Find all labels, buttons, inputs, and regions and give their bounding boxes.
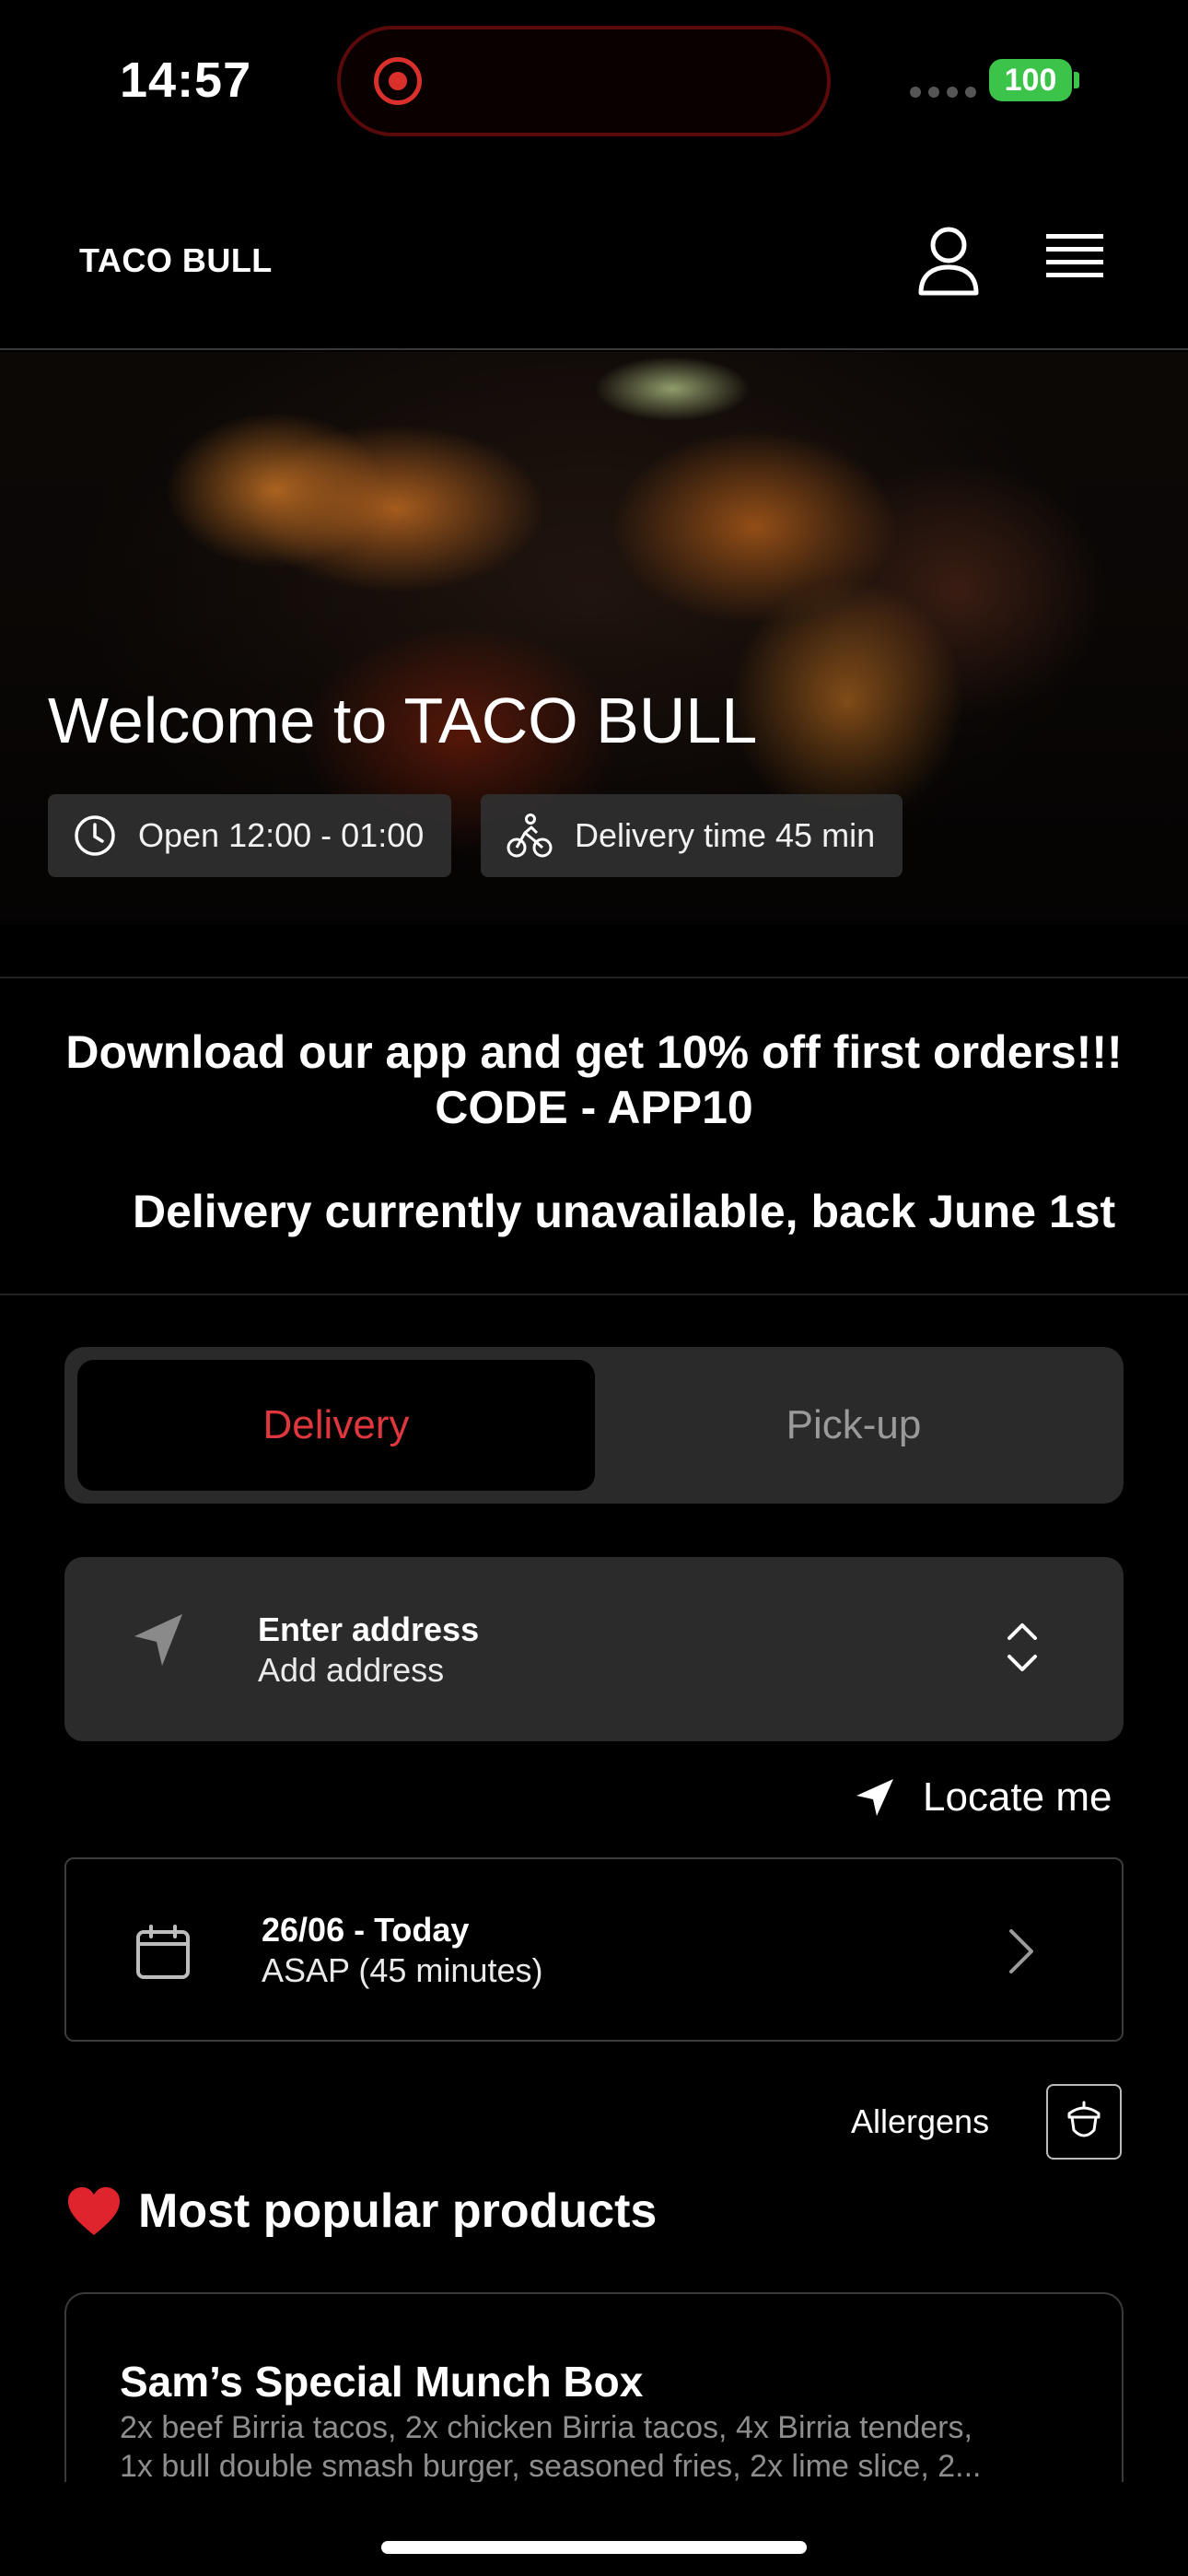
promo-line-1: Download our app and get 10% off first o… [65,1026,1123,1078]
popular-section-title: Most popular products [66,2184,657,2239]
popular-title-text: Most popular products [138,2184,658,2238]
hamburger-menu-icon [1046,234,1103,277]
opening-hours-badge: Open 12:00 - 01:00 [48,794,452,877]
delivery-notice: Delivery currently unavailable, back Jun… [133,1186,1116,1237]
battery-indicator: 100 [989,59,1072,101]
address-input[interactable]: Add address [258,1651,444,1690]
clock-icon [75,815,115,856]
acorn-allergen-icon [1067,2101,1101,2137]
user-icon [918,227,979,296]
divider [0,977,1188,978]
allergens-label: Allergens [851,2102,990,2140]
schedule-selector[interactable]: 26/06 - Today ASAP (45 minutes) [64,1857,1124,2042]
recording-indicator-icon [374,57,422,105]
order-mode-toggle: Delivery Pick-up [64,1347,1124,1504]
allergens-button[interactable] [1046,2084,1122,2160]
chevron-right-icon [1009,1929,1033,1973]
locate-me-label: Locate me [923,1774,1112,1820]
navigation-arrow-icon [134,1614,182,1666]
hero-title: Welcome to TACO BULL [48,685,758,756]
tab-pickup[interactable]: Pick-up [595,1360,1112,1491]
status-bar: 14:57 100 [0,0,1188,166]
home-indicator[interactable] [381,2541,807,2554]
address-title: Enter address [258,1610,480,1648]
delivery-time-badge: Delivery time 45 min [481,794,903,877]
chevron-up-down-icon [1007,1623,1037,1671]
app-header: TACO BULL [0,166,1188,350]
tab-delivery[interactable]: Delivery [77,1360,595,1491]
signal-icon [910,87,976,98]
hero-banner: Welcome to TACO BULL Open 12:00 - 01:00 … [0,352,1188,925]
heart-icon [68,2187,120,2235]
account-button[interactable] [915,225,982,299]
promo-banner: Download our app and get 10% off first o… [0,1025,1188,1135]
battery-cap [1074,72,1079,88]
product-description: 2x beef Birria tacos, 2x chicken Birria … [120,2408,1096,2486]
divider [0,1294,1188,1295]
schedule-time: ASAP (45 minutes) [262,1951,543,1989]
locate-me-button[interactable]: Locate me [855,1774,1112,1821]
location-arrow-icon [856,1779,893,1816]
address-selector[interactable]: Enter address Add address [64,1557,1124,1741]
menu-button[interactable] [1042,230,1107,289]
calendar-icon [136,1925,190,1979]
product-card[interactable]: Sam’s Special Munch Box 2x beef Birria t… [64,2292,1124,2504]
bicycle-courier-icon [507,814,553,858]
brand-logo[interactable]: TACO BULL [79,241,273,280]
dynamic-island [337,26,831,136]
product-description-line-1: 2x beef Birria tacos, 2x chicken Birria … [120,2410,973,2445]
status-time: 14:57 [120,53,252,108]
schedule-date: 26/06 - Today [262,1911,470,1949]
promo-code: CODE - APP10 [435,1082,753,1133]
bottom-bar [0,2482,1188,2576]
opening-hours-text: Open 12:00 - 01:00 [138,816,425,854]
product-description-line-2: 1x bull double smash burger, seasoned fr… [120,2449,982,2484]
product-name: Sam’s Special Munch Box [120,2358,644,2406]
delivery-time-text: Delivery time 45 min [575,816,876,854]
